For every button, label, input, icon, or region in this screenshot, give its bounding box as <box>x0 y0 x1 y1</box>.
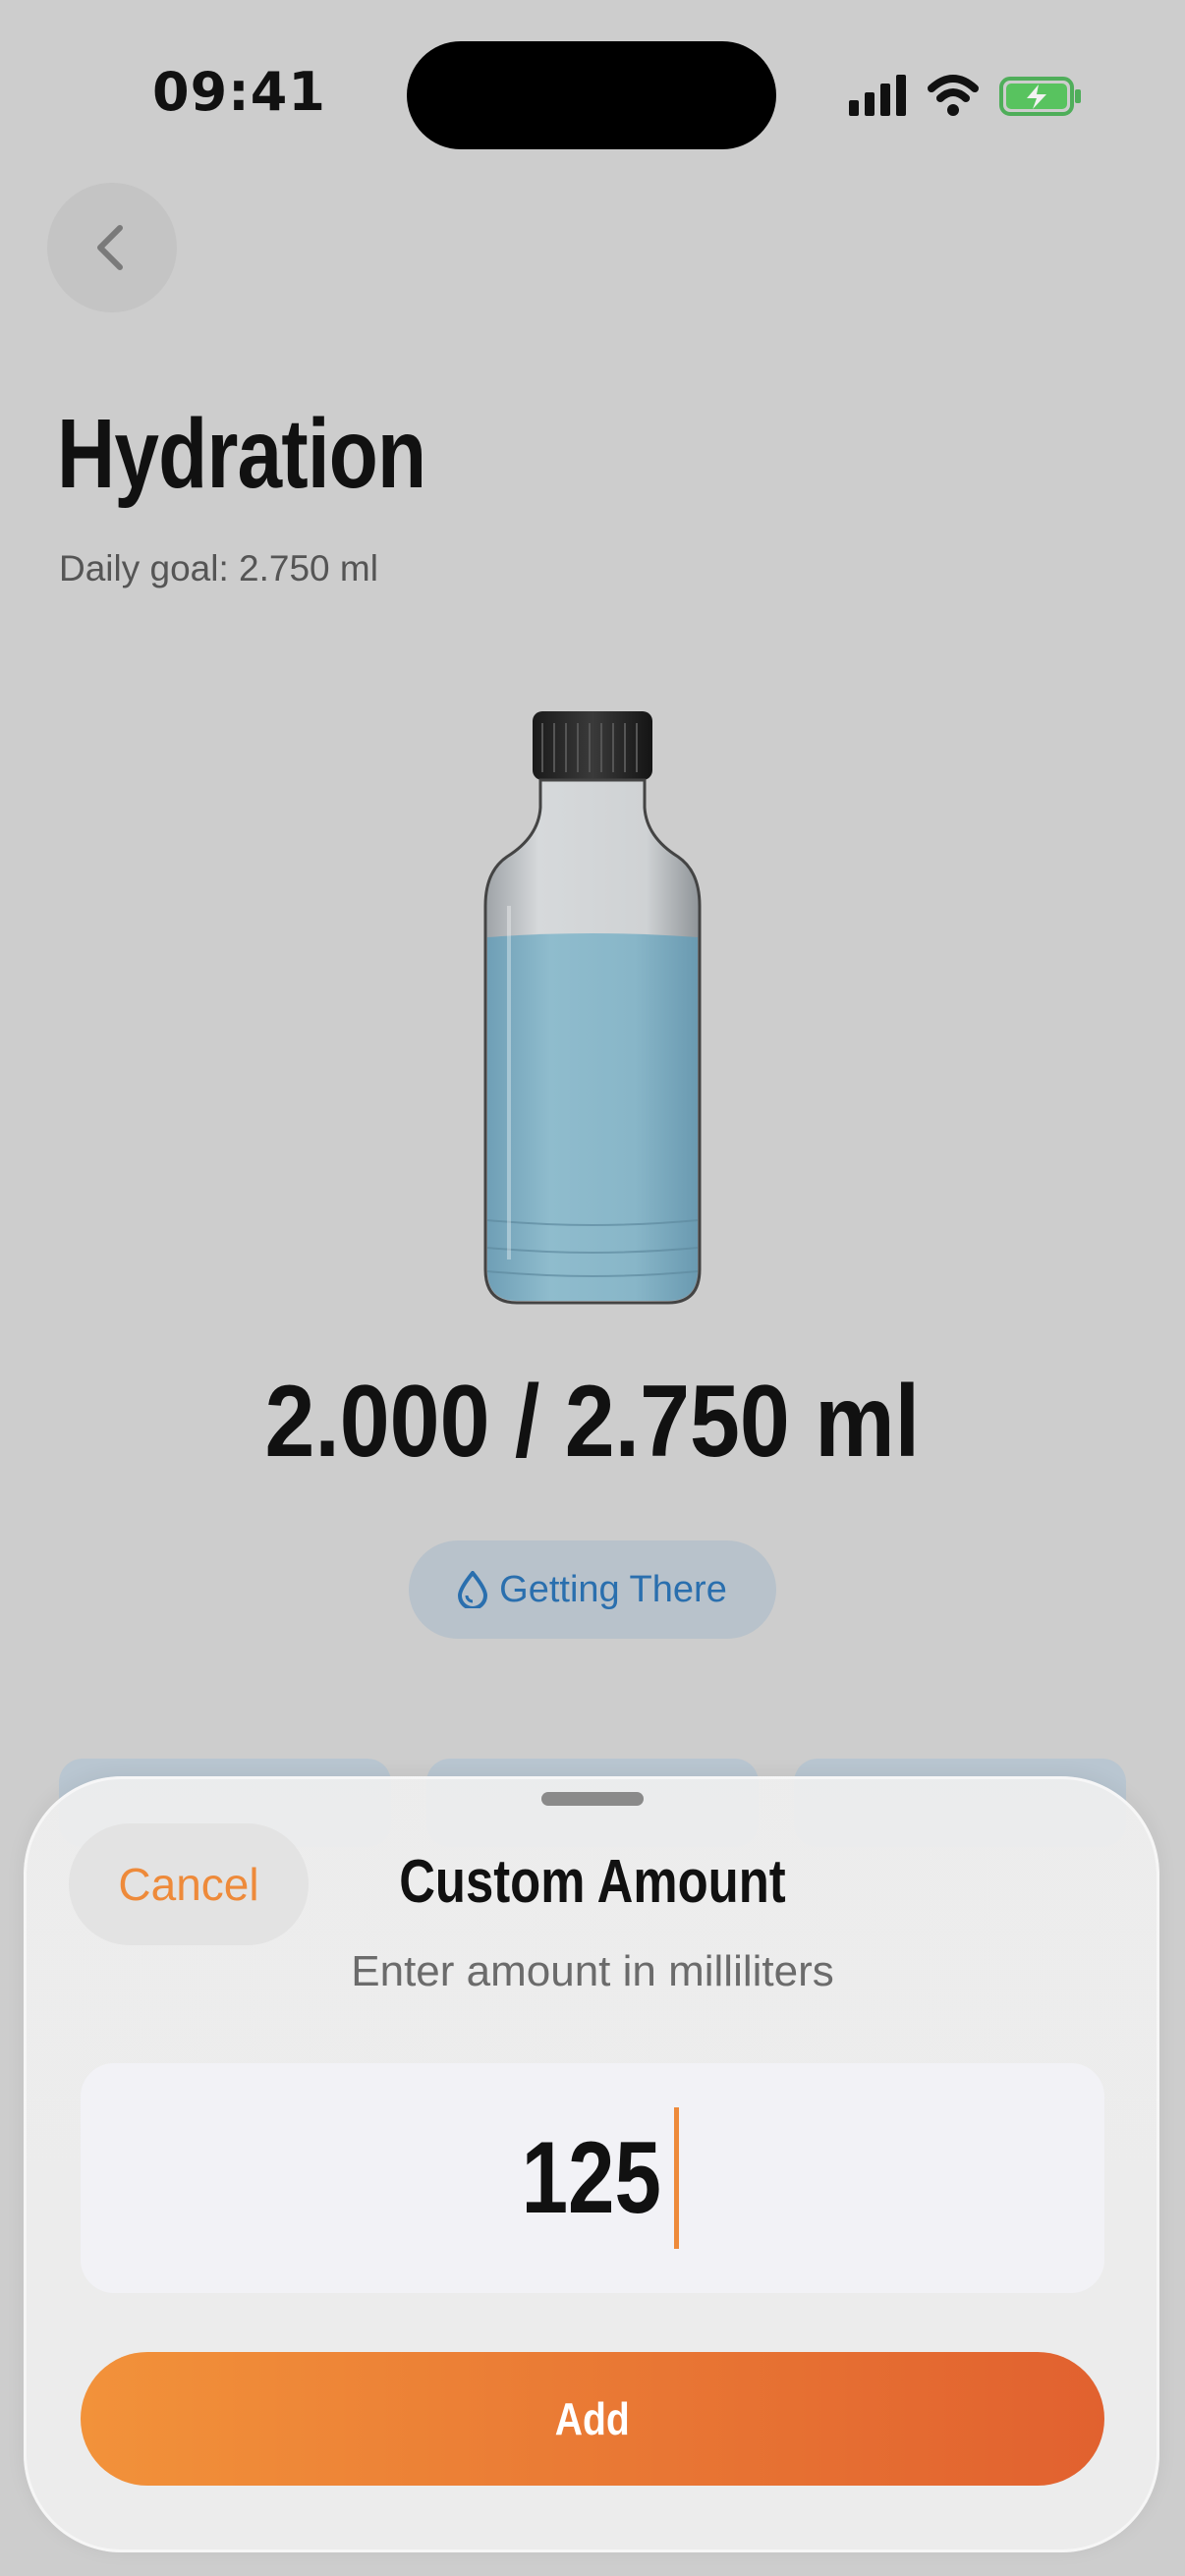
sheet-grabber[interactable] <box>541 1792 644 1806</box>
dynamic-island <box>407 41 776 149</box>
status-badge-label: Getting There <box>499 1568 727 1610</box>
add-button[interactable]: Add <box>81 2352 1104 2486</box>
amount-input-value: 125 <box>521 2120 661 2235</box>
water-bottle-illustration <box>483 711 702 1305</box>
water-drop-icon <box>458 1571 488 1608</box>
sheet-title: Custom Amount <box>399 1848 786 1916</box>
page-title: Hydration <box>57 399 426 509</box>
text-caret <box>674 2107 680 2249</box>
daily-goal-text: Daily goal: 2.750 ml <box>59 548 378 588</box>
status-icons <box>849 75 1081 116</box>
hydration-progress-text: 2.000 / 2.750 ml <box>264 1365 921 1479</box>
amount-input[interactable]: 125 <box>81 2063 1104 2293</box>
status-badge: Getting There <box>409 1540 776 1639</box>
sheet-subtitle: Enter amount in milliliters <box>351 1947 834 1995</box>
chevron-left-icon <box>97 225 123 270</box>
back-button[interactable] <box>47 183 177 312</box>
battery-charging-icon <box>999 77 1081 116</box>
cellular-signal-icon <box>849 75 906 116</box>
wifi-icon <box>928 75 979 116</box>
status-time: 09:41 <box>152 61 326 123</box>
